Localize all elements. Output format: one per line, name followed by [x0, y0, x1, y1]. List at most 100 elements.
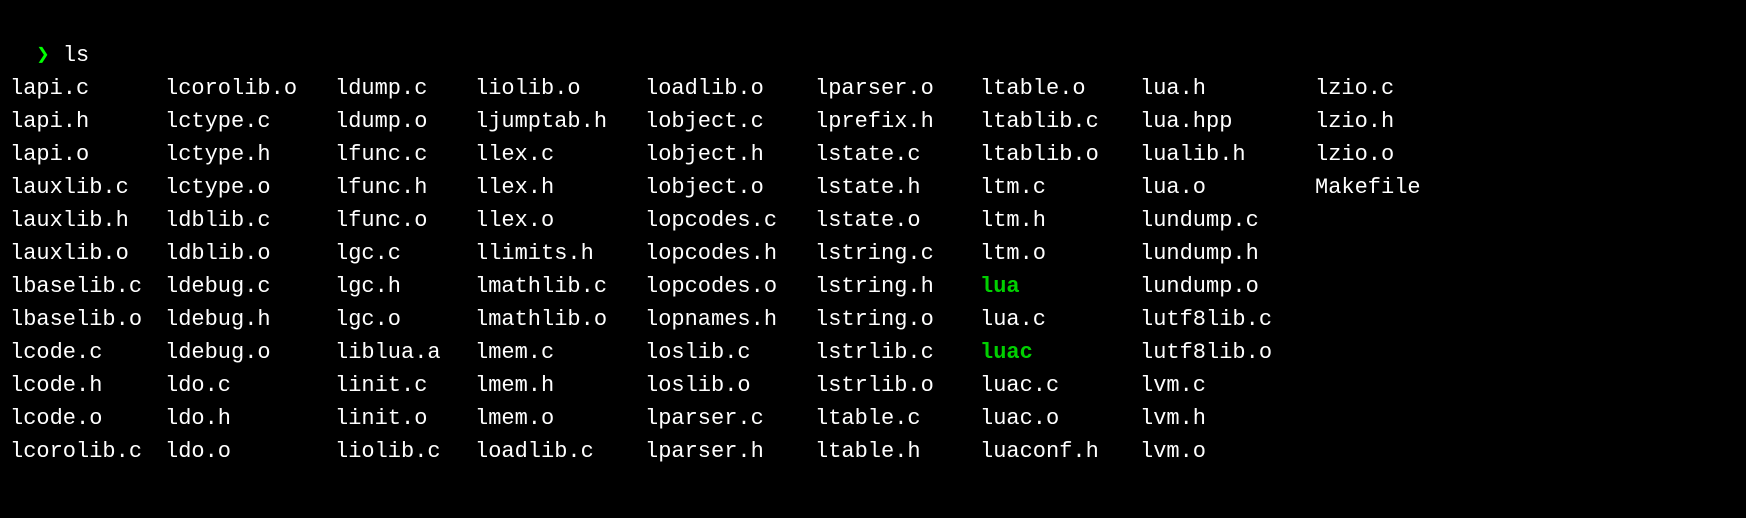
file-entry: loadlib.c	[475, 435, 645, 468]
ls-row: lauxlib.clctype.olfunc.hllex.hlobject.ol…	[10, 171, 1736, 204]
executable-file: lua	[980, 274, 1020, 299]
file-entry: ltable.c	[815, 402, 980, 435]
file-entry: ldo.h	[165, 402, 335, 435]
file-entry: lstrlib.o	[815, 369, 980, 402]
file-entry: lobject.h	[645, 138, 815, 171]
file-entry: ltm.c	[980, 171, 1140, 204]
file-entry: ldebug.o	[165, 336, 335, 369]
file-entry: linit.c	[335, 369, 475, 402]
file-entry: ltablib.o	[980, 138, 1140, 171]
file-entry: lgc.o	[335, 303, 475, 336]
file-entry: llex.o	[475, 204, 645, 237]
file-entry: lstring.c	[815, 237, 980, 270]
file-entry: lcode.h	[10, 369, 165, 402]
file-entry: lua.o	[1140, 171, 1315, 204]
file-entry: lutf8lib.o	[1140, 336, 1315, 369]
file-entry: lundump.c	[1140, 204, 1315, 237]
file-entry: lopcodes.h	[645, 237, 815, 270]
ls-output: lapi.clcorolib.oldump.cliolib.oloadlib.o…	[10, 72, 1736, 468]
file-entry: lzio.c	[1315, 72, 1455, 105]
file-entry: lua.c	[980, 303, 1140, 336]
file-entry: lmem.c	[475, 336, 645, 369]
file-entry: ltable.o	[980, 72, 1140, 105]
file-entry: lbaselib.o	[10, 303, 165, 336]
file-entry: liolib.o	[475, 72, 645, 105]
file-entry: llimits.h	[475, 237, 645, 270]
file-entry: lcode.o	[10, 402, 165, 435]
file-entry: lobject.c	[645, 105, 815, 138]
file-entry: lprefix.h	[815, 105, 980, 138]
ls-row: lcode.hldo.clinit.clmem.hloslib.olstrlib…	[10, 369, 1736, 402]
file-entry: ldebug.h	[165, 303, 335, 336]
file-entry: lualib.h	[1140, 138, 1315, 171]
file-entry: lopcodes.o	[645, 270, 815, 303]
file-entry: lapi.h	[10, 105, 165, 138]
prompt-symbol: ❯	[36, 43, 49, 68]
file-entry: lctype.c	[165, 105, 335, 138]
file-entry: lvm.o	[1140, 435, 1315, 468]
ls-row: lauxlib.oldblib.olgc.cllimits.hlopcodes.…	[10, 237, 1736, 270]
file-entry: liblua.a	[335, 336, 475, 369]
ls-row: lcode.cldebug.oliblua.almem.closlib.clst…	[10, 336, 1736, 369]
file-entry: ldblib.c	[165, 204, 335, 237]
file-entry: ltablib.c	[980, 105, 1140, 138]
file-entry: ldblib.o	[165, 237, 335, 270]
file-entry: luaconf.h	[980, 435, 1140, 468]
file-entry: lapi.c	[10, 72, 165, 105]
ls-row: lcode.oldo.hlinit.olmem.olparser.cltable…	[10, 402, 1736, 435]
file-entry: lstrlib.c	[815, 336, 980, 369]
file-entry: lbaselib.c	[10, 270, 165, 303]
ls-row: lcorolib.cldo.oliolib.cloadlib.clparser.…	[10, 435, 1736, 468]
file-entry: lparser.o	[815, 72, 980, 105]
file-entry: liolib.c	[335, 435, 475, 468]
file-entry: lapi.o	[10, 138, 165, 171]
file-entry: ltm.h	[980, 204, 1140, 237]
file-entry: llex.c	[475, 138, 645, 171]
file-entry: ldo.c	[165, 369, 335, 402]
file-entry: ldump.o	[335, 105, 475, 138]
file-entry: loslib.o	[645, 369, 815, 402]
file-entry: lparser.h	[645, 435, 815, 468]
ls-row: lapi.olctype.hlfunc.cllex.clobject.hlsta…	[10, 138, 1736, 171]
file-entry: lundump.h	[1140, 237, 1315, 270]
file-entry: ltable.h	[815, 435, 980, 468]
file-entry: ldump.c	[335, 72, 475, 105]
file-entry: lmem.o	[475, 402, 645, 435]
file-entry: lstring.h	[815, 270, 980, 303]
file-entry: lctype.h	[165, 138, 335, 171]
file-entry: lstate.h	[815, 171, 980, 204]
file-entry: luac.c	[980, 369, 1140, 402]
file-entry: ldo.o	[165, 435, 335, 468]
file-entry: lopcodes.c	[645, 204, 815, 237]
file-entry: ltm.o	[980, 237, 1140, 270]
file-entry: lua	[980, 270, 1140, 303]
ls-row: lapi.clcorolib.oldump.cliolib.oloadlib.o…	[10, 72, 1736, 105]
file-entry: lgc.c	[335, 237, 475, 270]
file-entry: lgc.h	[335, 270, 475, 303]
file-entry: loslib.c	[645, 336, 815, 369]
file-entry: lzio.h	[1315, 105, 1455, 138]
file-entry: ljumptab.h	[475, 105, 645, 138]
file-entry: lcorolib.c	[10, 435, 165, 468]
file-entry: lcode.c	[10, 336, 165, 369]
file-entry: lua.h	[1140, 72, 1315, 105]
file-entry: llex.h	[475, 171, 645, 204]
command-text[interactable]: ls	[63, 43, 89, 68]
file-entry: lauxlib.o	[10, 237, 165, 270]
file-entry: lstring.o	[815, 303, 980, 336]
file-entry: Makefile	[1315, 171, 1455, 204]
file-entry: lobject.o	[645, 171, 815, 204]
file-entry: loadlib.o	[645, 72, 815, 105]
file-entry: ldebug.c	[165, 270, 335, 303]
file-entry: lmem.h	[475, 369, 645, 402]
file-entry: lauxlib.c	[10, 171, 165, 204]
file-entry: lvm.h	[1140, 402, 1315, 435]
ls-row: lauxlib.hldblib.clfunc.ollex.olopcodes.c…	[10, 204, 1736, 237]
file-entry: luac.o	[980, 402, 1140, 435]
file-entry: lutf8lib.c	[1140, 303, 1315, 336]
file-entry: lstate.c	[815, 138, 980, 171]
file-entry: lfunc.c	[335, 138, 475, 171]
file-entry: lctype.o	[165, 171, 335, 204]
ls-row: lbaselib.oldebug.hlgc.olmathlib.olopname…	[10, 303, 1736, 336]
file-entry: lauxlib.h	[10, 204, 165, 237]
